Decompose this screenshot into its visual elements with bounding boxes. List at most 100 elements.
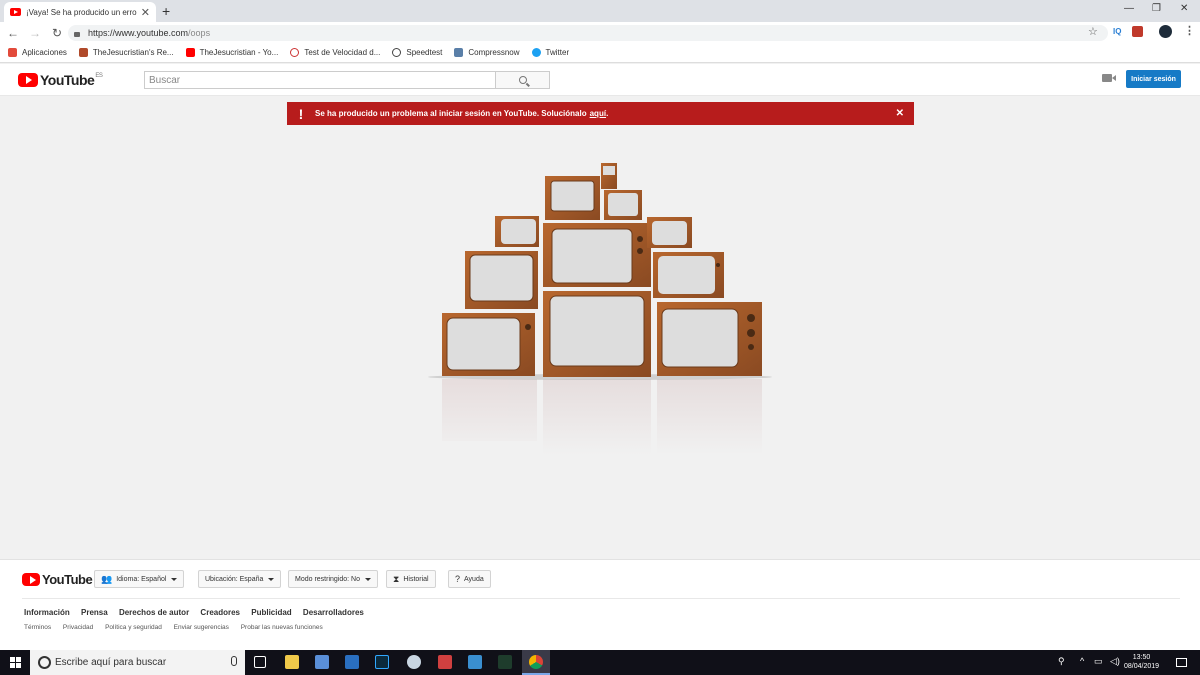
signin-error-alert: ! Se ha producido un problema al iniciar… bbox=[287, 102, 914, 125]
alert-icon: ! bbox=[298, 105, 304, 122]
tab-title: ¡Vaya! Se ha producido un error bbox=[26, 7, 137, 17]
url-main: https://www.youtube.com bbox=[88, 28, 189, 38]
task-view-icon[interactable] bbox=[254, 656, 266, 668]
location-dropdown[interactable]: Ubicación: España bbox=[198, 570, 282, 588]
search-icon bbox=[518, 76, 527, 84]
footer-youtube-logo[interactable]: YouTube bbox=[22, 572, 93, 587]
footer-links: Información Prensa Derechos de autor Cre… bbox=[24, 608, 373, 617]
back-icon[interactable]: ← bbox=[2, 26, 24, 40]
microphone-icon[interactable] bbox=[231, 656, 237, 666]
system-clock[interactable]: 13:50 08/04/2019 bbox=[1124, 653, 1159, 671]
bookmark-jesucristian-yt[interactable]: TheJesucristian - Yo... bbox=[185, 48, 278, 57]
reload-icon[interactable]: ↻ bbox=[46, 26, 68, 40]
tv-bottom-center bbox=[543, 291, 651, 377]
extension-iq-icon[interactable]: IQ bbox=[1113, 27, 1121, 36]
footer-link-probar[interactable]: Probar las nuevas funciones bbox=[241, 624, 323, 631]
cortana-icon bbox=[38, 656, 51, 669]
bookmark-apps[interactable]: Aplicaciones bbox=[8, 48, 67, 57]
footer-link-creadores[interactable]: Creadores bbox=[200, 608, 240, 617]
alert-fix-link[interactable]: aquí bbox=[590, 109, 606, 118]
tab-youtube-error[interactable]: ¡Vaya! Se ha producido un error ✕ bbox=[4, 2, 156, 22]
speed-icon bbox=[290, 48, 300, 57]
taskbar-search-input[interactable]: Escribe aquí para buscar bbox=[30, 650, 245, 675]
restore-icon[interactable]: ❐ bbox=[1152, 3, 1161, 14]
search-button[interactable] bbox=[495, 71, 550, 89]
tv-top-right bbox=[604, 190, 642, 220]
bookmark-jesucristian-re[interactable]: TheJesucristian's Re... bbox=[78, 48, 174, 57]
youtube-footer: YouTube 👥 Idioma: Español Ubicación: Espa… bbox=[0, 559, 1200, 650]
dismiss-alert-icon[interactable]: ✕ bbox=[896, 108, 904, 119]
bookmark-speedtest[interactable]: Speedtest bbox=[392, 48, 442, 57]
extension-chart-icon[interactable] bbox=[1132, 26, 1143, 37]
footer-link-informacion[interactable]: Información bbox=[24, 608, 70, 617]
bookmark-compressnow[interactable]: Compressnow bbox=[454, 48, 520, 57]
store-icon[interactable] bbox=[315, 655, 329, 669]
twitter-icon bbox=[531, 48, 541, 57]
language-label: Idioma: Español bbox=[116, 575, 167, 583]
location-label: Ubicación: España bbox=[205, 575, 264, 583]
app-icon[interactable] bbox=[498, 655, 512, 669]
people-icon[interactable]: ⚲ bbox=[1058, 656, 1065, 667]
tv-top-left bbox=[545, 176, 600, 220]
bookmark-twitter[interactable]: Twitter bbox=[531, 48, 569, 57]
notifications-icon[interactable] bbox=[1176, 658, 1187, 667]
upload-video-icon[interactable] bbox=[1102, 74, 1116, 82]
signin-button[interactable]: Iniciar sesión bbox=[1126, 70, 1181, 88]
chevron-down-icon bbox=[171, 577, 178, 581]
footer-divider bbox=[22, 598, 1180, 599]
footer-link-publicidad[interactable]: Publicidad bbox=[251, 608, 291, 617]
youtube-play-icon bbox=[22, 573, 40, 586]
language-dropdown[interactable]: 👥 Idioma: Español bbox=[94, 570, 185, 588]
youtube-logo[interactable]: YouTube ES bbox=[18, 72, 103, 88]
restricted-mode-dropdown[interactable]: Modo restringido: No bbox=[288, 570, 378, 588]
menu-kebab-icon[interactable]: ⋮ bbox=[1184, 24, 1195, 37]
close-tab-icon[interactable]: ✕ bbox=[141, 6, 150, 19]
footer-link-terminos[interactable]: Términos bbox=[24, 624, 51, 631]
footer-link-sugerencias[interactable]: Enviar sugerencias bbox=[174, 624, 229, 631]
footer-link-politica[interactable]: Política y seguridad bbox=[105, 624, 162, 631]
volume-icon[interactable]: ◁) bbox=[1110, 656, 1120, 667]
minimize-icon[interactable]: — bbox=[1124, 3, 1134, 14]
forward-icon[interactable]: → bbox=[24, 26, 46, 40]
close-window-icon[interactable]: ✕ bbox=[1180, 3, 1188, 14]
youtube-play-icon bbox=[18, 73, 38, 87]
compress-icon bbox=[454, 48, 464, 57]
clock-time: 13:50 bbox=[1132, 654, 1151, 661]
battery-icon[interactable]: ▭ bbox=[1094, 656, 1103, 667]
browser-toolbar: ← → ↻ https://www.youtube.com/oops ☆ IQ … bbox=[0, 22, 1200, 43]
app-icon[interactable] bbox=[345, 655, 359, 669]
clock-date: 08/04/2019 bbox=[1124, 663, 1160, 670]
tv-bottom-left bbox=[442, 313, 535, 376]
tv-small-top bbox=[601, 163, 617, 189]
footer-sublinks: Términos Privacidad Política y seguridad… bbox=[24, 624, 333, 631]
chrome-taskbar-item[interactable] bbox=[522, 650, 550, 675]
bookmark-star-icon[interactable]: ☆ bbox=[1088, 25, 1098, 38]
address-bar[interactable]: https://www.youtube.com/oops bbox=[68, 25, 1108, 41]
youtube-icon bbox=[185, 48, 195, 57]
app-icon[interactable] bbox=[438, 655, 452, 669]
language-icon: 👥 bbox=[101, 573, 113, 584]
tv-stack-illustration bbox=[420, 163, 780, 455]
footer-link-prensa[interactable]: Prensa bbox=[81, 608, 108, 617]
photoshop-icon[interactable] bbox=[375, 655, 389, 669]
help-button[interactable]: ? Ayuda bbox=[448, 570, 491, 588]
file-explorer-icon[interactable] bbox=[285, 655, 299, 669]
footer-link-privacidad[interactable]: Privacidad bbox=[63, 624, 93, 631]
profile-avatar[interactable] bbox=[1159, 25, 1172, 38]
footer-link-desarrolladores[interactable]: Desarrolladores bbox=[303, 608, 364, 617]
chevron-up-icon[interactable]: ^ bbox=[1080, 656, 1084, 666]
bookmark-test-velocidad[interactable]: Test de Velocidad d... bbox=[290, 48, 380, 57]
history-button[interactable]: ⧗ Historial bbox=[386, 570, 436, 588]
gauge-icon bbox=[392, 48, 402, 57]
taskbar-search-placeholder: Escribe aquí para buscar bbox=[55, 657, 167, 668]
app-icon[interactable] bbox=[407, 655, 421, 669]
search-input[interactable]: Buscar bbox=[144, 71, 496, 89]
app-icon[interactable] bbox=[468, 655, 482, 669]
bookmark-label: Compressnow bbox=[468, 48, 520, 57]
footer-link-derechos[interactable]: Derechos de autor bbox=[119, 608, 189, 617]
new-tab-button[interactable]: + bbox=[162, 3, 170, 19]
tv-mid-right-small bbox=[647, 217, 692, 248]
windows-start-icon[interactable] bbox=[10, 657, 21, 668]
restricted-label: Modo restringido: No bbox=[295, 575, 360, 583]
chrome-icon bbox=[529, 655, 543, 669]
